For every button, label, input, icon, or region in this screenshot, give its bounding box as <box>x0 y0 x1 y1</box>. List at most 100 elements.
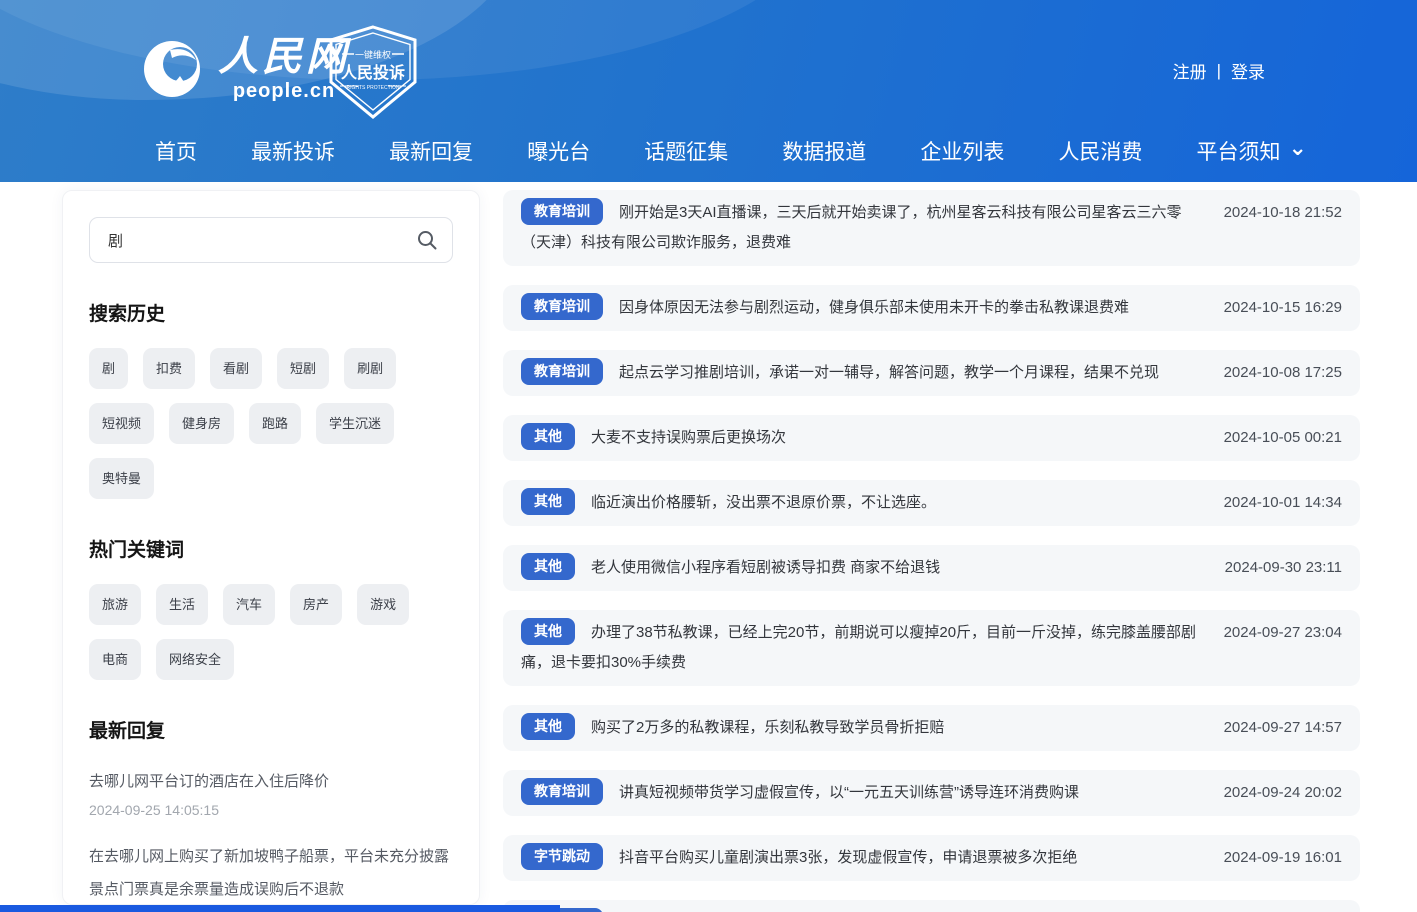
complaint-text: 抖音平台购买儿童剧演出票3张，发现虚假宣传，申请退票被多次拒绝 <box>619 849 1077 866</box>
site-header: 人民网 people.cn 一键维权 人民投诉 RIGHTS PROTECTIO… <box>0 0 1417 182</box>
complaint-date: 2024-09-27 14:57 <box>1224 713 1342 743</box>
complaint-row[interactable]: 2024-10-18 21:52 教育培训刚开始是3天AI直播课，三天后就开始卖… <box>503 190 1360 266</box>
nav-item[interactable]: 企业列表 <box>920 136 1012 166</box>
complaint-row[interactable]: 2024-10-08 17:25 教育培训起点云学习推剧培训，承诺一对一辅导，解… <box>503 350 1360 396</box>
reply-text: 在去哪儿网上购买了新加坡鸭子船票，平台未充分披露景点门票真是余票量造成误购后不退… <box>89 840 453 905</box>
complaint-date: 2024-10-18 21:52 <box>1224 198 1342 228</box>
auth-divider: | <box>1217 61 1221 81</box>
shield-slogan: 一键维权 <box>355 49 391 60</box>
complaint-category-badge[interactable]: 字节跳动 <box>521 843 603 870</box>
login-link[interactable]: 登录 <box>1231 58 1265 83</box>
complaint-category-badge[interactable]: 其他 <box>521 423 575 450</box>
search-history-tag[interactable]: 健身房 <box>169 403 234 444</box>
latest-replies-list: 去哪儿网平台订的酒店在入住后降价 2024-09-25 14:05:15 在去哪… <box>89 765 453 905</box>
complaint-date: 2024-10-08 17:25 <box>1224 358 1342 388</box>
search-history-tag[interactable]: 跑路 <box>249 403 301 444</box>
search-icon[interactable] <box>416 229 438 251</box>
complaint-category-badge[interactable]: 其他 <box>521 488 575 515</box>
hot-keyword-tag[interactable]: 游戏 <box>357 584 409 625</box>
nav-item[interactable]: 话题征集 <box>644 136 736 166</box>
complaint-category-badge[interactable]: 教育培训 <box>521 198 603 225</box>
complaint-row[interactable]: 2024-09-24 20:02 教育培训讲真短视频带货学习虚假宣传，以“一元五… <box>503 770 1360 816</box>
hot-keywords-tags: 旅游 生活 汽车 房产 游戏 电商 网络安全 <box>89 584 453 680</box>
hot-keyword-tag[interactable]: 电商 <box>89 639 141 680</box>
nav-item-label: 数据报道 <box>782 136 866 166</box>
reply-item[interactable]: 在去哪儿网上购买了新加坡鸭子船票，平台未充分披露景点门票真是余票量造成误购后不退… <box>89 840 453 905</box>
complaint-category-badge[interactable]: 教育培训 <box>521 358 603 385</box>
shield-title: 人民投诉 <box>341 63 405 82</box>
nav-item-label: 话题征集 <box>644 136 728 166</box>
search-input[interactable] <box>90 218 452 262</box>
reply-text: 去哪儿网平台订的酒店在入住后降价 <box>89 765 453 798</box>
complaint-text: 办理了38节私教课，已经上完20节，前期说可以瘦掉20斤，目前一斤没掉，练完膝盖… <box>521 624 1196 671</box>
complaint-category-badge[interactable]: 其他 <box>521 553 575 580</box>
complaint-category-badge[interactable]: 其他 <box>521 713 575 740</box>
nav-item[interactable]: 人民消费 <box>1058 136 1150 166</box>
search-history-tag[interactable]: 短剧 <box>277 348 329 389</box>
search-history-tag[interactable]: 剧 <box>89 348 128 389</box>
complaint-date: 2024-09-19 16:01 <box>1224 843 1342 873</box>
nav-item[interactable]: 最新回复 <box>389 136 481 166</box>
complaint-text: 刚开始是3天AI直播课，三天后就开始卖课了，杭州星客云科技有限公司星客云三六零（… <box>521 204 1182 251</box>
complaint-text: 购买了2万多的私教课程，乐刻私教导致学员骨折拒赔 <box>591 719 944 736</box>
complaint-date: 2024-10-15 16:29 <box>1224 293 1342 323</box>
complaint-text: 起点云学习推剧培训，承诺一对一辅导，解答问题，教学一个月课程，结果不兑现 <box>619 364 1159 381</box>
search-history-tag[interactable]: 短视频 <box>89 403 154 444</box>
nav-item[interactable]: 最新投诉 <box>251 136 343 166</box>
nav-item-label: 企业列表 <box>920 136 1004 166</box>
latest-replies-title: 最新回复 <box>89 716 453 743</box>
complaint-row[interactable]: 2024-09-27 23:04 其他办理了38节私教课，已经上完20节，前期说… <box>503 610 1360 686</box>
nav-item[interactable]: 平台须知 ⌄ <box>1197 136 1307 166</box>
search-history-tag[interactable]: 看剧 <box>210 348 262 389</box>
nav-item-label: 曝光台 <box>527 136 590 166</box>
complaint-date: 2024-09-18 10:11 <box>1225 908 1342 912</box>
people-cn-swoosh-icon <box>140 36 206 102</box>
complaint-row[interactable]: 2024-10-01 14:34 其他临近演出价格腰斩，没出票不退原价票，不让选… <box>503 480 1360 526</box>
reply-item[interactable]: 去哪儿网平台订的酒店在入住后降价 2024-09-25 14:05:15 <box>89 765 453 818</box>
complaint-text: 讲真短视频带货学习虚假宣传，以“一元五天训练营”诱导连环消费购课 <box>619 784 1079 801</box>
complaint-row[interactable]: 2024-09-19 16:01 字节跳动抖音平台购买儿童剧演出票3张，发现虚假… <box>503 835 1360 881</box>
hot-keyword-tag[interactable]: 汽车 <box>223 584 275 625</box>
search-history-tag[interactable]: 刷剧 <box>344 348 396 389</box>
complaint-category-badge[interactable]: 教育培训 <box>521 778 603 805</box>
hot-keyword-tag[interactable]: 旅游 <box>89 584 141 625</box>
search-history-tag[interactable]: 学生沉迷 <box>316 403 394 444</box>
nav-item-label: 最新投诉 <box>251 136 335 166</box>
nav-item-label: 平台须知 <box>1197 136 1281 166</box>
register-link[interactable]: 注册 <box>1173 58 1207 83</box>
footer-strip <box>0 905 560 912</box>
hot-keyword-tag[interactable]: 房产 <box>290 584 342 625</box>
complaint-text: 大麦不支持误购票后更换场次 <box>591 429 786 446</box>
nav-item-label: 最新回复 <box>389 136 473 166</box>
complaint-row[interactable]: 2024-09-27 14:57 其他购买了2万多的私教课程，乐刻私教导致学员骨… <box>503 705 1360 751</box>
auth-links: 注册 | 登录 <box>1173 58 1265 83</box>
chevron-down-icon: ⌄ <box>1289 142 1307 153</box>
complaint-category-badge[interactable]: 教育培训 <box>521 293 603 320</box>
people-complaint-shield-badge[interactable]: 一键维权 人民投诉 RIGHTS PROTECTION <box>324 24 422 120</box>
nav-item[interactable]: 数据报道 <box>782 136 874 166</box>
complaint-date: 2024-09-27 23:04 <box>1224 618 1342 648</box>
complaint-text: 因身体原因无法参与剧烈运动，健身俱乐部未使用未开卡的拳击私教课退费难 <box>619 299 1129 316</box>
complaint-row[interactable]: 2024-09-30 23:11 其他老人使用微信小程序看短剧被诱导扣费 商家不… <box>503 545 1360 591</box>
nav-item-label: 首页 <box>155 136 197 166</box>
complaint-category-badge[interactable]: 其他 <box>521 618 575 645</box>
search-history-tag[interactable]: 扣费 <box>143 348 195 389</box>
search-history-tag[interactable]: 奥特曼 <box>89 458 154 499</box>
complaint-row[interactable]: 2024-09-18 10:11 教育培训交了700元上搏击课，没有签合同，上了… <box>503 900 1360 912</box>
hot-keyword-tag[interactable]: 网络安全 <box>156 639 234 680</box>
complaint-row[interactable]: 2024-10-15 16:29 教育培训因身体原因无法参与剧烈运动，健身俱乐部… <box>503 285 1360 331</box>
search-history-tags: 剧 扣费 看剧 短剧 刷剧 短视频 健身房 跑路 学生沉迷 奥特曼 <box>89 348 453 499</box>
site-logo[interactable]: 人民网 people.cn <box>140 36 350 102</box>
complaint-row[interactable]: 2024-10-05 00:21 其他大麦不支持误购票后更换场次 <box>503 415 1360 461</box>
complaint-text: 老人使用微信小程序看短剧被诱导扣费 商家不给退钱 <box>591 559 940 576</box>
hot-keyword-tag[interactable]: 生活 <box>156 584 208 625</box>
nav-item[interactable]: 首页 <box>155 136 205 166</box>
shield-english: RIGHTS PROTECTION <box>346 85 399 91</box>
search-box <box>89 217 453 263</box>
nav-item[interactable]: 曝光台 <box>527 136 598 166</box>
main-navigation: 首页 最新投诉 最新回复 曝光台 <box>155 136 1307 166</box>
complaint-list: 2024-10-18 21:52 教育培训刚开始是3天AI直播课，三天后就开始卖… <box>503 190 1360 912</box>
complaint-date: 2024-10-05 00:21 <box>1224 423 1342 453</box>
reply-date: 2024-09-25 14:05:15 <box>89 802 453 818</box>
logo-subtitle: people.cn <box>233 81 335 101</box>
